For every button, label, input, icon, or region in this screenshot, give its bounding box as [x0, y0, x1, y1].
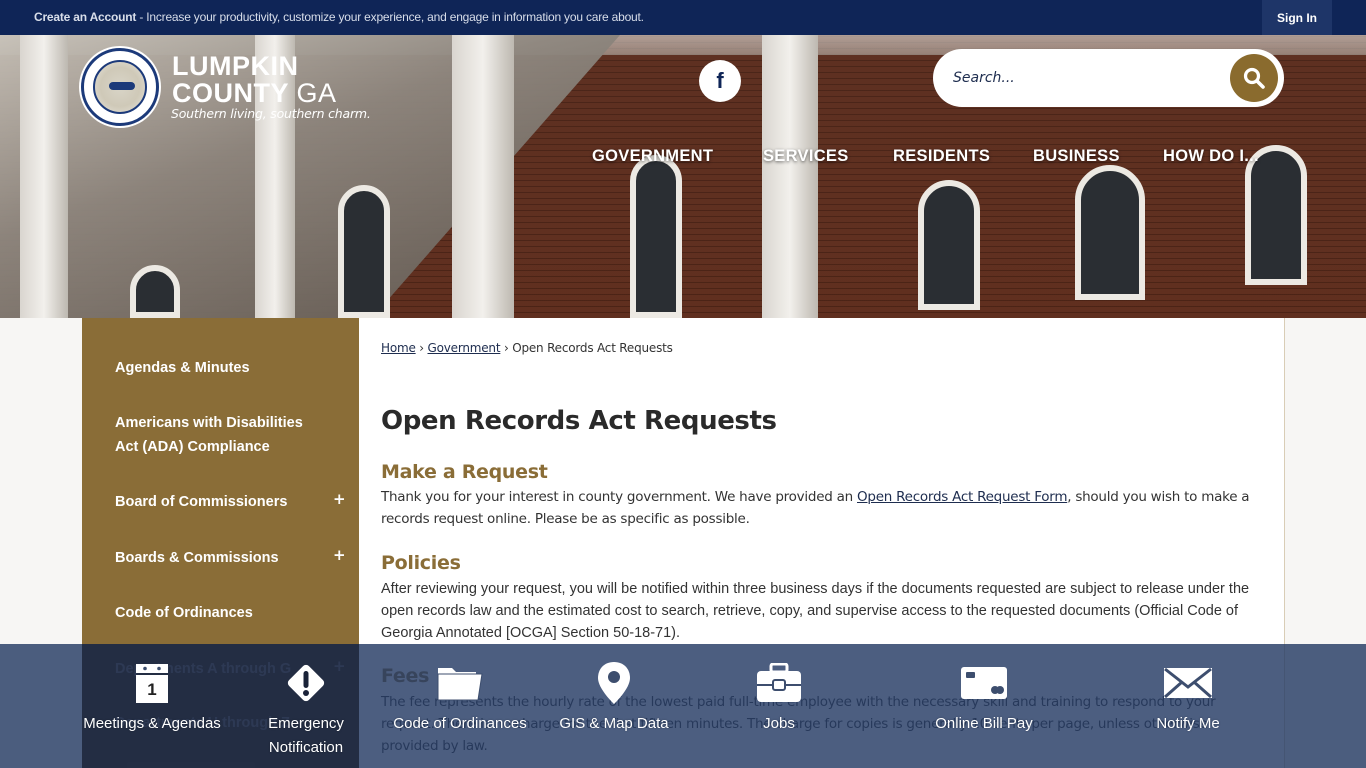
site-name-state: GA	[296, 78, 337, 108]
breadcrumb: Home › Government › Open Records Act Req…	[381, 341, 673, 355]
quicklink-notify-me[interactable]: Notify Me	[1140, 644, 1236, 768]
envelope-icon	[1162, 660, 1214, 706]
sidebar-item-code-of-ordinances[interactable]: Code of Ordinances	[115, 601, 345, 625]
quicklink-code-of-ordinances[interactable]: Code of Ordinances	[393, 644, 527, 768]
quicklink-meetings-agendas[interactable]: 1 Meetings & Agendas	[83, 644, 221, 768]
quicklink-label: Notify Me	[1156, 715, 1220, 732]
section-text-policies: After reviewing your request, you will b…	[381, 581, 1250, 641]
nav-how-do-i[interactable]: HOW DO I...	[1163, 147, 1259, 166]
hero-window-decor	[630, 155, 682, 318]
section-heading-make-request: Make a Request	[381, 461, 548, 483]
sidebar-item-boards-commissions[interactable]: Boards & Commissions	[115, 546, 345, 570]
account-promo: Create an Account - Increase your produc…	[34, 10, 644, 24]
hero-column-decor	[762, 35, 818, 318]
expand-board-of-commissioners-icon[interactable]: +	[333, 490, 346, 508]
nav-residents[interactable]: RESIDENTS	[893, 147, 990, 166]
hero-column-decor	[20, 35, 68, 318]
main-nav: GOVERNMENT SERVICES RESIDENTS BUSINESS H…	[0, 147, 1366, 169]
breadcrumb-current: Open Records Act Requests	[512, 341, 673, 355]
hero-window-decor	[130, 265, 180, 318]
hero-window-decor	[1075, 165, 1145, 300]
quicklink-label: GIS & Map Data	[559, 715, 669, 732]
page-title: Open Records Act Requests	[381, 406, 777, 436]
county-seal-icon	[81, 48, 159, 126]
site-logo[interactable]: LUMPKIN COUNTY GA Southern living, south…	[81, 48, 381, 128]
breadcrumb-separator: ›	[503, 341, 509, 355]
facebook-icon: f	[716, 68, 724, 93]
breadcrumb-home[interactable]: Home	[381, 341, 416, 355]
quicklink-label: Meetings & Agendas	[83, 715, 221, 732]
open-records-form-link[interactable]: Open Records Act Request Form	[857, 489, 1067, 505]
quicklink-label: Online Bill Pay	[935, 715, 1033, 732]
hero-column-decor	[452, 35, 514, 318]
quicklink-jobs[interactable]: Jobs	[730, 644, 828, 768]
sign-in-button[interactable]: Sign In	[1262, 0, 1332, 35]
sidebar-item-ada-compliance[interactable]: Americans with Disabilities Act (ADA) Co…	[115, 411, 320, 459]
breadcrumb-government[interactable]: Government	[428, 341, 501, 355]
expand-boards-commissions-icon[interactable]: +	[333, 546, 346, 564]
search-button[interactable]	[1230, 54, 1278, 102]
site-name-line1: LUMPKIN	[172, 51, 299, 81]
section-heading-policies: Policies	[381, 552, 461, 574]
quicklink-label: Code of Ordinances	[393, 715, 527, 732]
search-box	[933, 49, 1284, 107]
quicklink-emergency-notification[interactable]: Emergency Notification	[245, 644, 367, 768]
promo-text: - Increase your productivity, customize …	[136, 10, 644, 24]
quick-links-bar: 1 Meetings & Agendas Emergency Notificat…	[0, 644, 1366, 768]
quicklink-online-bill-pay[interactable]: Online Bill Pay	[930, 644, 1038, 768]
quicklink-gis-map-data[interactable]: GIS & Map Data	[555, 644, 673, 768]
credit-card-icon	[958, 660, 1010, 706]
search-input[interactable]	[953, 63, 1223, 93]
sidebar-item-agendas-minutes[interactable]: Agendas & Minutes	[115, 356, 345, 380]
site-tagline: Southern living, southern charm.	[171, 106, 371, 121]
search-icon	[1243, 67, 1265, 89]
quicklink-label: Emergency Notification	[268, 715, 344, 756]
request-text-before: Thank you for your interest in county go…	[381, 489, 858, 505]
map-pin-icon	[588, 660, 640, 706]
nav-government[interactable]: GOVERNMENT	[592, 147, 713, 166]
site-name-line2: COUNTY GA	[172, 79, 337, 107]
alert-diamond-icon	[280, 660, 332, 706]
calendar-icon: 1	[126, 660, 178, 706]
sidebar-item-board-of-commissioners[interactable]: Board of Commissioners	[115, 490, 345, 514]
create-account-link[interactable]: Create an Account	[34, 10, 136, 24]
folder-icon	[434, 660, 486, 706]
quicklink-label: Jobs	[763, 715, 795, 732]
nav-services[interactable]: SERVICES	[763, 147, 849, 166]
top-bar: Create an Account - Increase your produc…	[0, 0, 1366, 35]
breadcrumb-separator: ›	[419, 341, 424, 355]
hero-window-decor	[338, 185, 390, 318]
section-text-make-request: Thank you for your interest in county go…	[381, 486, 1266, 530]
briefcase-icon	[753, 660, 805, 706]
nav-business[interactable]: BUSINESS	[1033, 147, 1120, 166]
facebook-link[interactable]: f	[699, 60, 741, 102]
hero-window-decor	[918, 180, 980, 310]
site-name-county: COUNTY	[172, 78, 289, 108]
svg-text:1: 1	[147, 680, 156, 699]
